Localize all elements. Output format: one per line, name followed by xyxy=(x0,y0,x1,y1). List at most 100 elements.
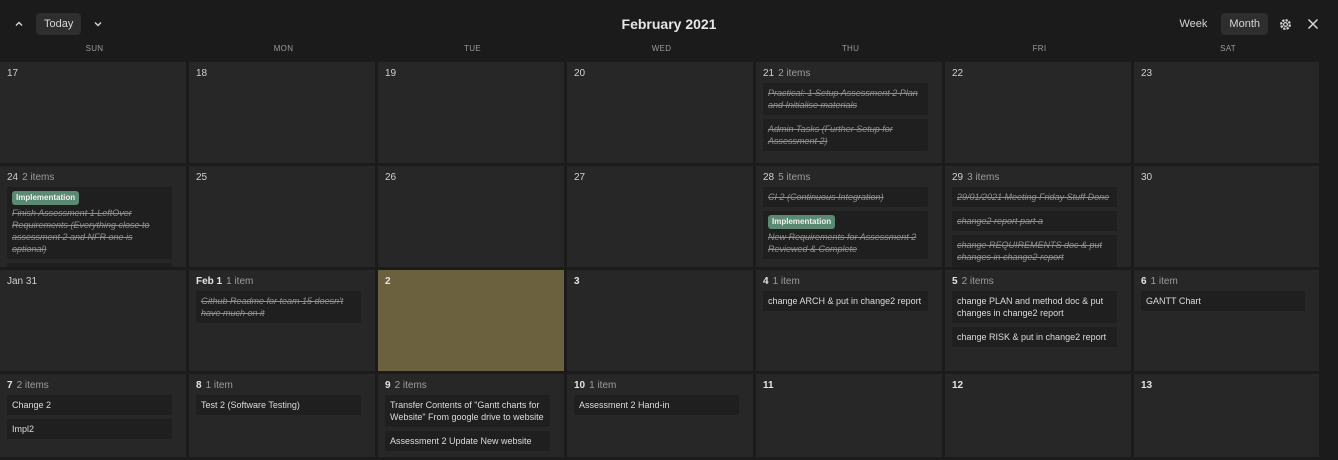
item-count: 1 item xyxy=(226,276,254,287)
nav-controls: Today xyxy=(8,13,109,35)
gear-icon[interactable] xyxy=(1274,13,1296,35)
calendar-event[interactable]: Implementation Finish Assessment 1 LeftOv… xyxy=(7,187,172,259)
calendar-event[interactable]: Impl2 xyxy=(7,419,172,439)
day-cell[interactable]: 21 2 items Practical: 1 Setup Assessment 2… xyxy=(756,62,945,166)
event-title: change RISK & put in change2 report xyxy=(957,332,1107,342)
day-of-week-tue: TUE xyxy=(464,44,481,53)
day-of-week-fri: FRI xyxy=(1032,44,1047,53)
event-title: Admin Tasks (Further Setup for Assessmen… xyxy=(768,124,893,146)
day-header: 10 1 item xyxy=(574,380,747,391)
day-header: 2 xyxy=(385,276,558,287)
day-cell[interactable]: 26 xyxy=(378,166,567,270)
day-header: 18 xyxy=(196,68,369,79)
day-cell[interactable]: 29 3 items 29/01/2021 Meeting Friday Stuff… xyxy=(945,166,1134,270)
calendar-event[interactable]: change RISK & put in change2 report xyxy=(952,327,1117,347)
day-cell[interactable]: 13 xyxy=(1134,374,1322,460)
day-cell[interactable]: 18 xyxy=(189,62,378,166)
day-header: 19 xyxy=(385,68,558,79)
day-cell[interactable]: 27 xyxy=(567,166,756,270)
event-title: Finish Assessment 1 LeftOver Requirement… xyxy=(12,208,150,254)
day-number: 28 xyxy=(763,172,775,183)
calendar-event[interactable]: change2 report part a xyxy=(952,211,1117,231)
day-number: 27 xyxy=(574,172,586,183)
calendar-event[interactable]: NFR_ATTRIBUTES incomplete from xyxy=(7,263,172,267)
event-title: Change 2 xyxy=(12,400,52,410)
calendar-event[interactable]: change PLAN and method doc & put changes… xyxy=(952,291,1117,323)
day-number: 20 xyxy=(574,68,586,79)
calendar-event[interactable]: Change 2 xyxy=(7,395,172,415)
event-title: Transfer Contents of "Gantt charts for W… xyxy=(390,400,544,422)
item-count: 2 items xyxy=(16,380,49,391)
calendar-event[interactable]: Implementation New Requirements for Asses… xyxy=(763,211,928,259)
event-title: CI 2 (Continuous Integration) xyxy=(768,192,884,202)
day-header: 26 xyxy=(385,172,558,183)
calendar-event[interactable]: Practical: 1 Setup Assessment 2 Plan and… xyxy=(763,83,928,115)
month-view-button[interactable]: Month xyxy=(1221,13,1268,35)
calendar-event[interactable]: Test 2 (Software Testing) xyxy=(196,395,361,415)
day-header: 20 xyxy=(574,68,747,79)
day-cell-today[interactable]: 2 xyxy=(378,270,567,374)
day-cell[interactable]: 20 xyxy=(567,62,756,166)
calendar-event[interactable]: Assessment 2 Update New website xyxy=(385,431,550,451)
day-of-week-mon: MON xyxy=(273,44,294,53)
day-cell[interactable]: 17 xyxy=(0,62,189,166)
day-cell[interactable]: 23 xyxy=(1134,62,1322,166)
day-header: 25 xyxy=(196,172,369,183)
today-button[interactable]: Today xyxy=(36,13,82,35)
calendar-event[interactable]: Transfer Contents of "Gantt charts for W… xyxy=(385,395,550,427)
day-of-week-sat: SAT xyxy=(1220,44,1236,53)
day-header: Jan 31 xyxy=(7,276,180,287)
day-cell[interactable]: 10 1 item Assessment 2 Hand-in xyxy=(567,374,756,460)
day-cell[interactable]: 12 xyxy=(945,374,1134,460)
day-number: 21 xyxy=(763,68,775,79)
day-cell[interactable]: 3 xyxy=(567,270,756,374)
day-cell[interactable]: 61 item GANTT Chart xyxy=(1134,270,1322,374)
event-title: Practical: 1 Setup Assessment 2 Plan and… xyxy=(768,88,918,110)
day-cell[interactable]: 52 items change PLAN and method doc & put… xyxy=(945,270,1134,374)
view-controls: Week Month xyxy=(1172,13,1325,35)
item-count: 5 items xyxy=(778,172,811,183)
day-number: 25 xyxy=(196,172,208,183)
day-cell[interactable]: 24 2 items Implementation Finish Assessment… xyxy=(0,166,189,270)
day-cell[interactable]: 11 xyxy=(756,374,945,460)
day-of-week-sun: SUN xyxy=(85,44,104,53)
event-title: Assessment 2 Hand-in xyxy=(579,400,670,410)
day-number: 5 xyxy=(952,276,958,287)
calendar-event[interactable]: change REQUIREMENTS doc & put changes in… xyxy=(952,235,1117,267)
day-number: 7 xyxy=(7,380,13,391)
event-title: Github Readme for team 15 doesn't have m… xyxy=(201,296,344,318)
day-header: 72 items xyxy=(7,380,180,391)
calendar-event[interactable]: GANTT Chart xyxy=(1141,291,1305,311)
day-cell[interactable]: 81 item Test 2 (Software Testing) xyxy=(189,374,378,460)
day-cell[interactable]: 41 item change ARCH & put in change2 repo… xyxy=(756,270,945,374)
chevron-down-icon[interactable] xyxy=(87,13,109,35)
day-header: 17 xyxy=(7,68,180,79)
item-count: 1 item xyxy=(205,380,233,391)
day-cell[interactable]: 22 xyxy=(945,62,1134,166)
week-view-button[interactable]: Week xyxy=(1172,13,1216,35)
chevron-up-icon[interactable] xyxy=(8,13,30,35)
day-cell[interactable]: 30 xyxy=(1134,166,1322,270)
item-count: 1 item xyxy=(772,276,800,287)
week-row: 72 items Change 2 Impl2 8 1 item Test 2 (Soft… xyxy=(0,374,1338,460)
day-header: 27 xyxy=(574,172,747,183)
day-cell[interactable]: 19 xyxy=(378,62,567,166)
calendar-event[interactable]: Admin Tasks (Further Setup for Assessmen… xyxy=(763,119,928,151)
calendar-event[interactable]: change ARCH & put in change2 report xyxy=(763,291,928,311)
day-cell[interactable]: Jan 31 xyxy=(0,270,189,374)
day-number: 6 xyxy=(1141,276,1147,287)
day-header: 29 3 items xyxy=(952,172,1125,183)
event-title: change PLAN and method doc & put changes… xyxy=(957,296,1104,318)
day-cell[interactable]: 92 items Transfer Contents of "Gantt char… xyxy=(378,374,567,460)
event-title: GANTT Chart xyxy=(1146,296,1201,306)
calendar-event[interactable]: 29/01/2021 Meeting Friday Stuff Done xyxy=(952,187,1117,207)
day-cell[interactable]: 28 5 items CI 2 (Continuous Integration) Im… xyxy=(756,166,945,270)
day-cell[interactable]: Feb 11 item Github Readme for team 15 doe… xyxy=(189,270,378,374)
day-cell[interactable]: 25 xyxy=(189,166,378,270)
close-icon[interactable] xyxy=(1302,13,1324,35)
calendar-event[interactable]: CI 2 (Continuous Integration) xyxy=(763,187,928,207)
event-title: New Requirements for Assessment 2 Review… xyxy=(768,232,917,254)
calendar-event[interactable]: Github Readme for team 15 doesn't have m… xyxy=(196,291,361,323)
calendar-event[interactable]: Assessment 2 Hand-in xyxy=(574,395,739,415)
day-cell[interactable]: 72 items Change 2 Impl2 xyxy=(0,374,189,460)
